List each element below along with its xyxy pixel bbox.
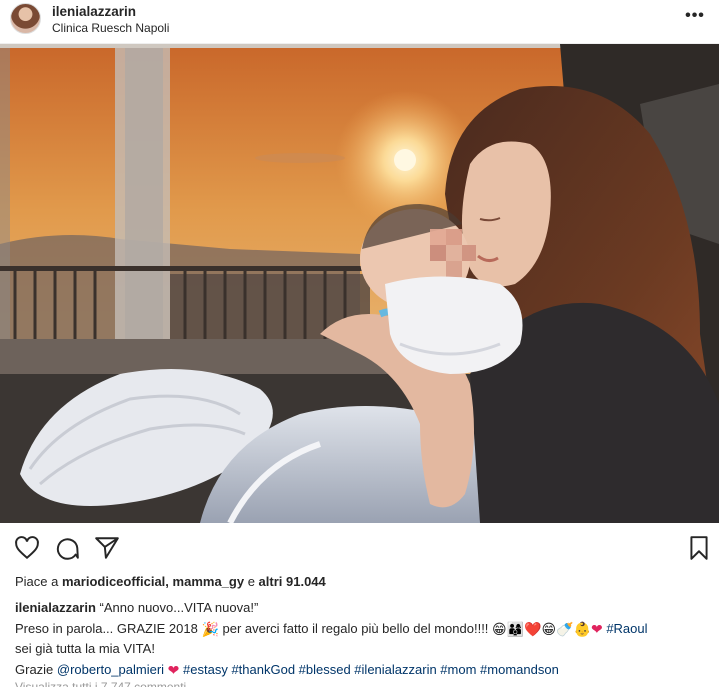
comment-bubble-icon[interactable] — [54, 535, 80, 561]
caption-text: per averci fatto il regalo più bello del… — [218, 620, 493, 636]
caption-line: Preso in parola... GRAZIE 2018 🎉 per ave… — [15, 619, 710, 640]
caption-text: Preso in parola... GRAZIE 2018 — [15, 620, 202, 636]
caption-line: sei già tutta la mia VITA! — [15, 639, 710, 660]
caption-text: “Anno nuovo...VITA nuova!” — [95, 600, 259, 615]
likes-summary: Piace a mariodiceofficial, mamma_gy e al… — [15, 574, 326, 589]
post-header: ilenialazzarin Clinica Ruesch Napoli ••• — [0, 0, 719, 44]
caption-text: Grazie — [15, 661, 57, 677]
caption-text: sei già tutta la mia VITA! — [15, 641, 155, 656]
heart-emoji-icon: ❤ — [167, 661, 180, 678]
likes-separator: , — [165, 574, 173, 589]
likes-middle: e — [244, 574, 259, 589]
post-photo-illustration — [0, 44, 719, 523]
party-popper-icon: 🎉 — [201, 620, 219, 637]
likes-count[interactable]: altri 91.044 — [259, 574, 326, 589]
post-location[interactable]: Clinica Ruesch Napoli — [52, 21, 169, 35]
caption-line: ilenialazzarin “Anno nuovo...VITA nuova!… — [15, 598, 710, 619]
heart-emoji-icon: ❤ — [590, 620, 603, 637]
action-bar — [0, 523, 719, 571]
paper-plane-icon[interactable] — [94, 535, 120, 561]
avatar[interactable] — [10, 3, 41, 34]
caption-line: Grazie @roberto_palmieri ❤ #estasy #than… — [15, 660, 710, 681]
mention-link[interactable]: @roberto_palmieri — [57, 662, 164, 677]
hashtag-link[interactable]: #Raoul — [606, 621, 647, 636]
bookmark-icon[interactable] — [686, 535, 712, 561]
liker-link[interactable]: mamma_gy — [173, 574, 245, 589]
heart-outline-icon[interactable] — [14, 535, 40, 561]
emoji-sequence: 😁👨‍👩‍👦❤️😁🍼👶 — [492, 620, 591, 637]
liker-link[interactable]: mariodiceofficial — [62, 574, 165, 589]
instagram-post: ilenialazzarin Clinica Ruesch Napoli ••• — [0, 0, 719, 687]
view-comments-link[interactable]: Visualizza tutti i 7.747 commenti — [15, 680, 186, 687]
likes-prefix: Piace a — [15, 574, 62, 589]
post-caption: ilenialazzarin “Anno nuovo...VITA nuova!… — [15, 598, 710, 680]
caption-username[interactable]: ilenialazzarin — [15, 600, 96, 615]
more-horizontal-icon[interactable]: ••• — [685, 8, 705, 26]
post-username[interactable]: ilenialazzarin — [52, 4, 136, 19]
hashtag-links[interactable]: #estasy #thankGod #blessed #ilenialazzar… — [183, 662, 559, 677]
post-photo[interactable] — [0, 44, 719, 523]
